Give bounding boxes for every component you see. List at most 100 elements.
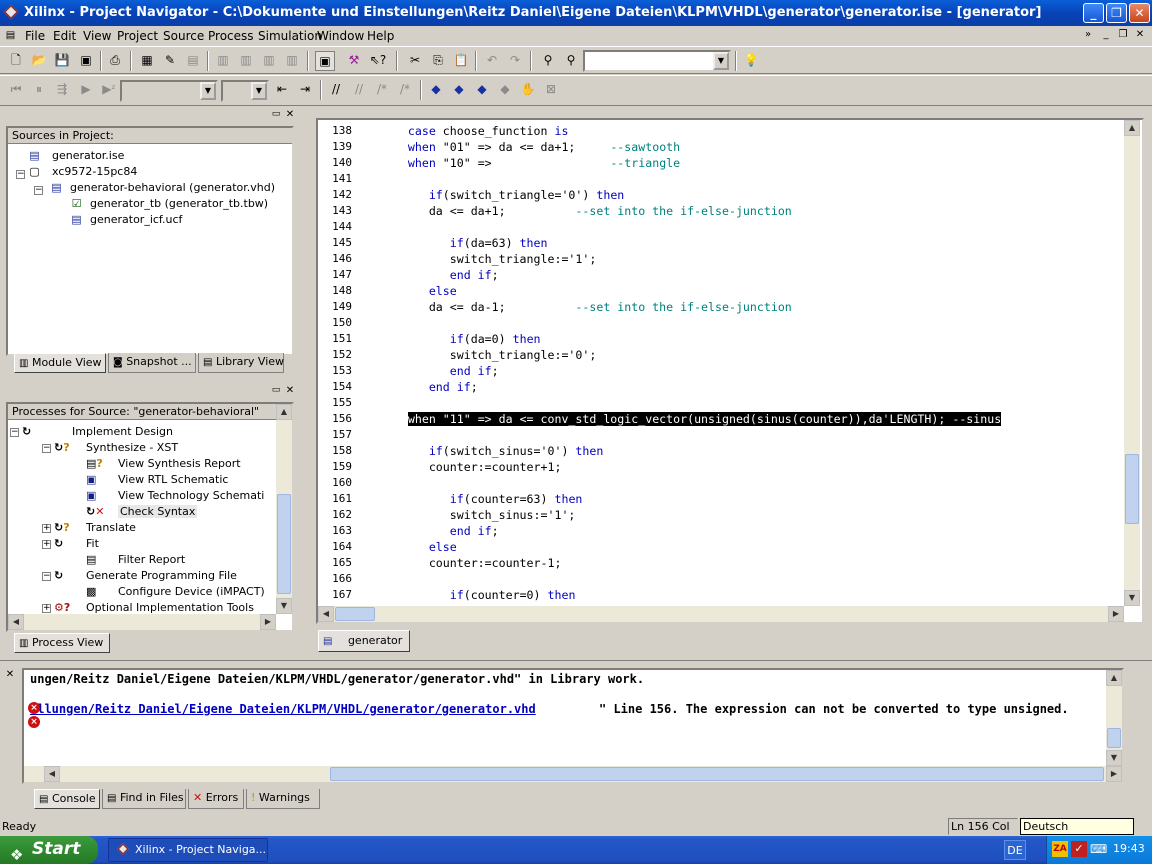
scroll-down-icon[interactable]: ▼ <box>1106 750 1122 766</box>
doc-restore-button[interactable]: ❐ <box>1115 28 1131 42</box>
process-expander[interactable]: − <box>42 572 51 581</box>
code-line[interactable]: end if; <box>366 268 499 282</box>
code-line[interactable]: if(counter=0) then <box>366 588 576 602</box>
tab-console[interactable]: ▤ Console <box>34 789 100 809</box>
scroll-up-icon[interactable]: ▲ <box>276 404 292 420</box>
code-line[interactable]: switch_sinus:='1'; <box>366 508 576 522</box>
tab-errors[interactable]: ✕ Errors <box>188 789 244 809</box>
next-bookmark-icon[interactable]: ◆ <box>449 80 469 100</box>
paste-icon[interactable]: 📋 <box>451 51 471 71</box>
scroll-thumb[interactable] <box>330 767 1104 781</box>
scroll-thumb[interactable] <box>277 494 291 594</box>
new-file-icon[interactable]: 🗋 <box>6 51 26 71</box>
panel-close-icon[interactable]: ✕ <box>284 109 296 121</box>
scroll-up-icon[interactable]: ▲ <box>1106 670 1122 686</box>
block-uncomment-icon[interactable]: /* <box>395 80 415 100</box>
close-button[interactable]: ✕ <box>1129 3 1150 23</box>
process-item[interactable]: ▤ Filter Report <box>86 552 185 568</box>
scroll-left-icon[interactable]: ◀ <box>318 606 334 622</box>
chevron-down-icon[interactable]: ▼ <box>251 82 267 100</box>
scroll-right-icon[interactable]: ▶ <box>1108 606 1124 622</box>
step-icon[interactable]: ⇶ <box>52 80 72 100</box>
tree-item-ucf[interactable]: ▤ generator_icf.ucf <box>70 212 182 228</box>
play-icon[interactable]: ▶ <box>76 80 96 100</box>
copy-icon[interactable]: ⎘ <box>428 51 448 71</box>
panel-close-icon[interactable]: ✕ <box>284 385 296 397</box>
menu-file[interactable]: File <box>25 27 45 45</box>
process-item[interactable]: ↻ Generate Programming File <box>54 568 237 584</box>
process-item[interactable]: ▩ Configure Device (iMPACT) <box>86 584 265 600</box>
first-icon[interactable]: ⏮ <box>6 80 26 100</box>
tree-item-testbench[interactable]: ☑ generator_tb (generator_tb.tbw) <box>70 196 269 212</box>
panel-close-icon[interactable]: ✕ <box>4 669 16 681</box>
process-item[interactable]: ↻ Fit <box>54 536 99 552</box>
scroll-thumb[interactable] <box>1125 454 1139 524</box>
scroll-down-icon[interactable]: ▼ <box>1124 590 1140 606</box>
tree-item-project[interactable]: ▤ generator.ise <box>28 148 124 164</box>
code-line[interactable]: else <box>366 284 457 298</box>
tree-item-vhdl[interactable]: ▤ generator-behavioral (generator.vhd) <box>50 180 275 196</box>
expander-vhdl[interactable]: − <box>34 186 43 195</box>
code-line[interactable]: if(switch_triangle='0') then <box>366 188 624 202</box>
code-line[interactable]: if(da=0) then <box>366 332 541 346</box>
chevron-down-icon[interactable]: ▼ <box>713 52 729 70</box>
uncomment-icon[interactable]: // <box>349 80 369 100</box>
indent-right-icon[interactable]: ⇥ <box>295 80 315 100</box>
menu-window[interactable]: Window <box>317 27 364 45</box>
code-line[interactable]: da <= da-1; --set into the if-else-junct… <box>366 300 792 314</box>
x-box-icon[interactable]: ⊠ <box>541 80 561 100</box>
cut-icon[interactable]: ✂ <box>405 51 425 71</box>
code-line[interactable]: when "11" => da <= conv_std_logic_vector… <box>366 412 1002 426</box>
scroll-right-icon[interactable]: ▶ <box>1106 766 1122 782</box>
chevron-down-icon[interactable]: ▼ <box>200 82 216 100</box>
doc-close-button[interactable]: ✕ <box>1132 28 1148 42</box>
code-editor[interactable]: 138 case choose_function is 139 when "01"… <box>316 118 1144 624</box>
language-indicator[interactable]: DE <box>1004 840 1026 860</box>
code-line[interactable]: else <box>366 540 457 554</box>
maximize-button[interactable]: ❐ <box>1106 3 1127 23</box>
code-line[interactable]: counter:=counter+1; <box>366 460 562 474</box>
hand-icon[interactable]: ✋ <box>518 80 538 100</box>
process-item[interactable]: ↻ Implement Design <box>22 424 173 440</box>
process-item[interactable]: ↻✕ Check Syntax <box>86 504 198 520</box>
panel-minimize-icon[interactable]: ▭ <box>270 109 282 121</box>
menu-simulation[interactable]: Simulation <box>258 27 322 45</box>
print-icon[interactable]: ⎙ <box>105 51 125 71</box>
prev-bookmark-icon[interactable]: ◆ <box>472 80 492 100</box>
tree-item-device[interactable]: ▢ xc9572-15pc84 <box>28 164 137 180</box>
pause-icon[interactable]: ⏸ <box>29 80 49 100</box>
process-item[interactable]: ▤? View Synthesis Report <box>86 456 241 472</box>
console-hscroll[interactable]: ◀ ▶ <box>24 766 1122 782</box>
source-combo[interactable]: ▼ <box>120 80 218 102</box>
tab-snapshot[interactable]: ◙ Snapshot ... <box>108 353 196 373</box>
panel-minimize-icon[interactable]: ▭ <box>270 385 282 397</box>
find-combo[interactable]: ▼ <box>583 50 731 72</box>
block-comment-icon[interactable]: /* <box>372 80 392 100</box>
archive-icon[interactable]: ▥ <box>259 51 279 71</box>
process-item[interactable]: ▣ View RTL Schematic <box>86 472 228 488</box>
design-view-icon[interactable]: ▣ <box>315 51 335 71</box>
scroll-left-icon[interactable]: ◀ <box>8 614 24 630</box>
code-line[interactable]: switch_triangle:='1'; <box>366 252 597 266</box>
clear-bookmarks-icon[interactable]: ◆ <box>495 80 515 100</box>
process-expander[interactable]: − <box>10 428 19 437</box>
antivirus-icon[interactable]: ✓ <box>1071 841 1087 857</box>
code-line[interactable]: end if; <box>366 380 478 394</box>
indent-left-icon[interactable]: ⇤ <box>272 80 292 100</box>
scroll-down-icon[interactable]: ▼ <box>276 598 292 614</box>
menu-view[interactable]: View <box>83 27 111 45</box>
taskbar-task-xilinx[interactable]: Xilinx - Project Naviga... <box>108 838 268 862</box>
menu-source[interactable]: Source <box>163 27 204 45</box>
code-line[interactable]: if(da=63) then <box>366 236 548 250</box>
doc-minimize-button[interactable]: _ <box>1098 28 1114 42</box>
save-all-icon[interactable]: ▣ <box>76 51 96 71</box>
code-line[interactable]: da <= da+1; --set into the if-else-junct… <box>366 204 792 218</box>
processes-vscroll[interactable]: ▲ ▼ <box>276 404 292 614</box>
process-item[interactable]: ↻? Translate <box>54 520 136 536</box>
redo-icon[interactable]: ↷ <box>505 51 525 71</box>
code-line[interactable]: counter:=counter-1; <box>366 556 562 570</box>
process-item[interactable]: ⚙? Optional Implementation Tools <box>54 600 254 616</box>
process-expander[interactable]: − <box>42 444 51 453</box>
process-item[interactable]: ↻? Synthesize - XST <box>54 440 178 456</box>
menu-edit[interactable]: Edit <box>53 27 76 45</box>
